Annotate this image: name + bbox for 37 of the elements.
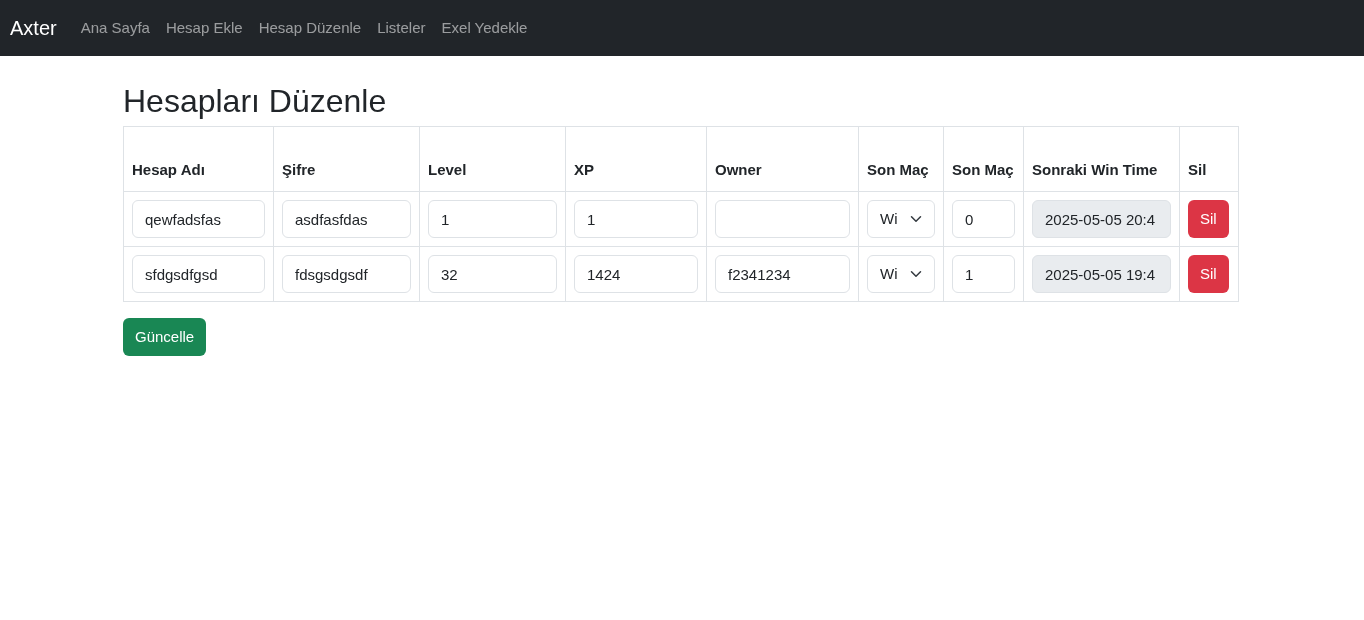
nav-link[interactable]: Exel Yedekle <box>433 16 536 40</box>
text-field[interactable]: sfdgsdfgsd <box>132 255 265 293</box>
text-field[interactable]: 1 <box>428 200 557 238</box>
nav-link[interactable]: Hesap Düzenle <box>250 16 370 40</box>
text-field[interactable]: 32 <box>428 255 557 293</box>
page-title: Hesapları Düzenle <box>123 82 388 120</box>
column-header: Level <box>428 161 467 178</box>
column-header: Hesap Adı <box>132 161 205 178</box>
text-field[interactable]: 1 <box>574 200 698 238</box>
text-field[interactable]: qewfadsfas <box>132 200 265 238</box>
date-field[interactable]: 2025-05-05 19:4 <box>1032 255 1171 293</box>
chevron-down-icon <box>910 213 922 225</box>
chevron-down-icon <box>910 268 922 280</box>
text-field[interactable]: f2341234 <box>715 255 850 293</box>
column-header: Sil <box>1188 161 1207 178</box>
update-button[interactable]: Güncelle <box>123 318 207 356</box>
nav-link[interactable]: Hesap Ekle <box>157 16 251 40</box>
date-field[interactable]: 2025-05-05 20:4 <box>1032 200 1171 238</box>
text-field[interactable]: 1 <box>952 255 1015 293</box>
text-field[interactable] <box>715 200 850 238</box>
text-field[interactable]: asdfasfdas <box>282 200 411 238</box>
column-header: Owner <box>715 161 762 178</box>
text-field[interactable]: 1424 <box>574 255 698 293</box>
text-field[interactable]: 0 <box>952 200 1015 238</box>
text-field[interactable]: fdsgsdgsdf <box>282 255 411 293</box>
select-dropdown[interactable]: Wi <box>867 200 935 238</box>
brand-link[interactable]: Axter <box>10 13 57 43</box>
column-header: Sonraki Win Time <box>1032 161 1158 178</box>
column-header: XP <box>574 161 594 178</box>
column-header: Şifre <box>282 161 316 178</box>
delete-button[interactable]: Sil <box>1188 200 1229 238</box>
nav-link[interactable]: Listeler <box>369 16 434 40</box>
delete-button[interactable]: Sil <box>1188 255 1229 293</box>
column-header: Son Maç <box>952 161 1014 178</box>
select-dropdown[interactable]: Wi <box>867 255 935 293</box>
column-header: Son Maç <box>867 161 929 178</box>
nav-link[interactable]: Ana Sayfa <box>72 16 158 40</box>
